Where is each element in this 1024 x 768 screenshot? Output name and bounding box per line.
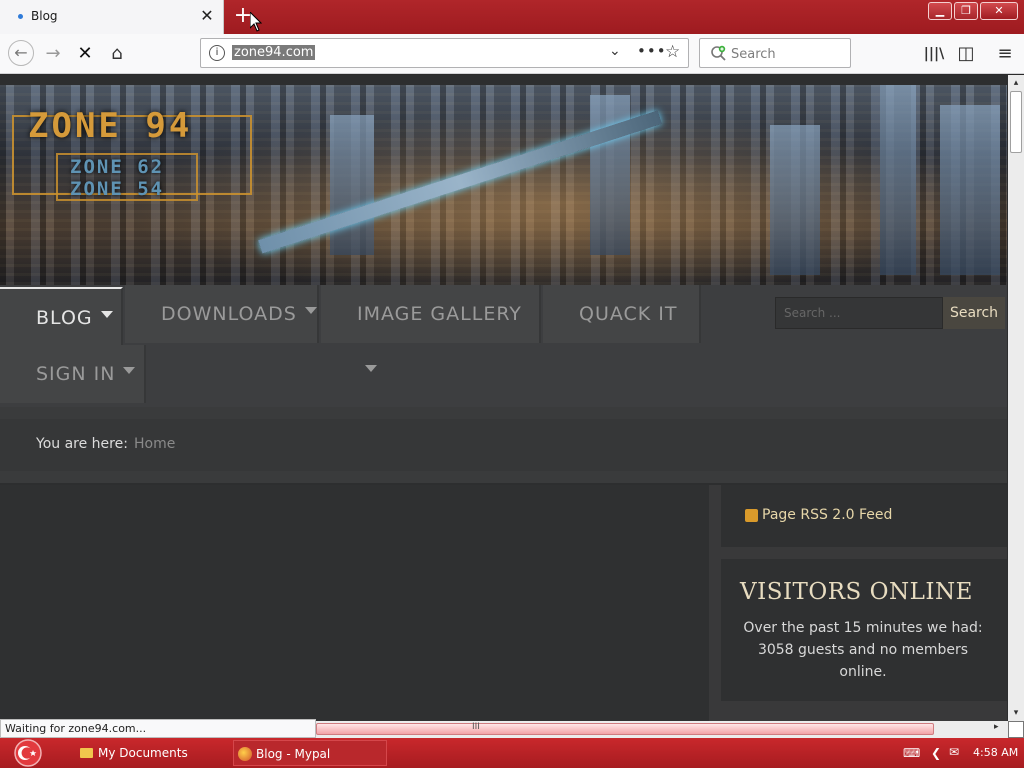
- site-main-menu: BLOG DOWNLOADS IMAGE GALLERY QUACK IT SI…: [0, 285, 1007, 407]
- tab-close-icon[interactable]: ✕: [198, 6, 216, 26]
- mouse-cursor-icon: [250, 12, 262, 32]
- visitors-text: Over the past 15 minutes we had: 3058 gu…: [743, 620, 983, 680]
- scroll-right-arrow-icon[interactable]: ▸: [994, 722, 999, 732]
- taskbar-item-label: Blog - Mypal: [256, 747, 331, 761]
- logo-sub-line-2: ZONE 54: [70, 178, 165, 200]
- keyboard-icon[interactable]: ⌨: [903, 746, 920, 760]
- building-shape: [590, 95, 630, 255]
- module-gutter: [721, 701, 1007, 721]
- bookmark-star-icon[interactable]: ☆: [665, 42, 680, 62]
- status-text: Waiting for zone94.com...: [0, 719, 316, 738]
- breadcrumb-home: Home: [134, 436, 176, 452]
- building-shape: [940, 105, 1000, 275]
- module-gutter: [721, 547, 1007, 559]
- menu-label: DOWNLOADS: [161, 303, 297, 325]
- menu-item-image-gallery[interactable]: IMAGE GALLERY: [321, 285, 541, 372]
- sidebar-toggle-icon[interactable]: ◫: [954, 42, 978, 66]
- menu-item-downloads[interactable]: DOWNLOADS: [125, 285, 319, 343]
- vertical-scrollbar[interactable]: ▴ ▾: [1008, 75, 1024, 721]
- menu-item-sign-in[interactable]: SIGN IN: [0, 345, 146, 403]
- section-divider: [0, 471, 1007, 483]
- building-shape: [880, 85, 916, 275]
- navigation-toolbar: ← → ✕ ⌂ i zone94.com ⌄ ••• ☆ Search |||\…: [0, 34, 1024, 74]
- menu-label: SIGN IN: [36, 363, 116, 385]
- minimize-button[interactable]: ▁: [928, 2, 952, 20]
- url-dropdown-icon[interactable]: ⌄: [609, 43, 621, 59]
- url-text[interactable]: zone94.com: [232, 45, 316, 60]
- library-icon[interactable]: |||\: [922, 42, 946, 66]
- clock[interactable]: 4:58 AM: [973, 746, 1018, 759]
- scroll-down-arrow-icon[interactable]: ▾: [1008, 705, 1024, 721]
- scroll-grip-icon: III: [472, 722, 480, 732]
- logo-sub-line-1: ZONE 62: [70, 156, 165, 178]
- column-gutter: [709, 485, 721, 721]
- menu-item-blog[interactable]: BLOG: [0, 287, 123, 345]
- horizontal-scroll-thumb[interactable]: [316, 723, 934, 735]
- menu-label: IMAGE GALLERY: [357, 303, 522, 325]
- section-divider: [0, 407, 1007, 419]
- taskbar-my-documents[interactable]: My Documents: [76, 740, 226, 766]
- page-actions-icon[interactable]: •••: [637, 42, 667, 60]
- site-info-icon[interactable]: i: [209, 45, 225, 61]
- restore-button[interactable]: ❐: [954, 2, 978, 20]
- close-window-button[interactable]: ✕: [980, 2, 1018, 20]
- url-bar[interactable]: i zone94.com ⌄ ••• ☆: [200, 38, 689, 68]
- window-controls: ▁ ❐ ✕: [928, 2, 1018, 20]
- menu-label: BLOG: [36, 307, 93, 329]
- folder-icon: [80, 748, 93, 758]
- loading-indicator-icon: [18, 14, 23, 19]
- taskbar: My Documents Blog - Mypal ⌨ ❮ ✉ 4:58 AM: [0, 738, 1024, 768]
- visitors-title: VISITORS ONLINE: [740, 579, 973, 605]
- page-viewport: ZONE 94 ZONE 62 ZONE 54 BLOG DOWNLOADS I…: [0, 75, 1008, 721]
- rss-feed-link[interactable]: Page RSS 2.0 Feed: [762, 507, 892, 523]
- dropdown-caret-icon: [304, 307, 317, 314]
- vertical-scroll-thumb[interactable]: [1010, 91, 1022, 153]
- tab-strip: Blog ✕ + ▁ ❐ ✕: [0, 0, 1024, 34]
- dropdown-caret-icon: [123, 367, 136, 374]
- visitors-online-module: VISITORS ONLINE Over the past 15 minutes…: [721, 559, 1007, 701]
- tab-blog[interactable]: Blog ✕: [0, 0, 224, 34]
- start-button-icon[interactable]: [10, 739, 46, 767]
- taskbar-blog-mypal[interactable]: Blog - Mypal: [233, 740, 387, 766]
- site-logo[interactable]: ZONE 94: [28, 106, 192, 146]
- dropdown-caret-icon: [100, 311, 113, 318]
- browser-search-input[interactable]: Search: [699, 38, 851, 68]
- site-search-input[interactable]: Search ...: [775, 297, 943, 329]
- scrollbar-corner: [1008, 721, 1024, 738]
- hamburger-menu-icon[interactable]: ≡: [993, 42, 1017, 66]
- home-button[interactable]: ⌂: [105, 42, 129, 66]
- tray-expand-icon[interactable]: ❮: [931, 746, 941, 760]
- search-engine-icon: [711, 45, 726, 61]
- breadcrumb-label: You are here:: [36, 436, 128, 452]
- status-row: Waiting for zone94.com... III ▸: [0, 719, 1024, 738]
- rss-feed-icon: [745, 509, 758, 522]
- scroll-up-arrow-icon[interactable]: ▴: [1008, 75, 1024, 91]
- browser-app-icon: [238, 747, 252, 761]
- site-search-button[interactable]: Search: [943, 297, 1005, 329]
- breadcrumb: You are here: Home: [0, 419, 1007, 471]
- menu-item-quack-it[interactable]: QUACK IT: [543, 285, 701, 343]
- dropdown-caret-icon: [365, 365, 377, 372]
- main-content-area: [0, 485, 709, 721]
- menu-label: QUACK IT: [579, 303, 678, 325]
- building-shape: [770, 125, 820, 275]
- network-icon[interactable]: ✉: [949, 745, 959, 759]
- rss-module: Page RSS 2.0 Feed: [721, 485, 1007, 547]
- stop-button[interactable]: ✕: [73, 42, 97, 66]
- search-placeholder: Search: [731, 47, 776, 62]
- header-banner-image: ZONE 94 ZONE 62 ZONE 54: [0, 85, 1007, 285]
- taskbar-item-label: My Documents: [98, 746, 188, 760]
- back-button[interactable]: ←: [8, 40, 34, 66]
- forward-button[interactable]: →: [41, 42, 65, 66]
- building-shape: [330, 115, 374, 255]
- tab-title: Blog: [31, 9, 58, 23]
